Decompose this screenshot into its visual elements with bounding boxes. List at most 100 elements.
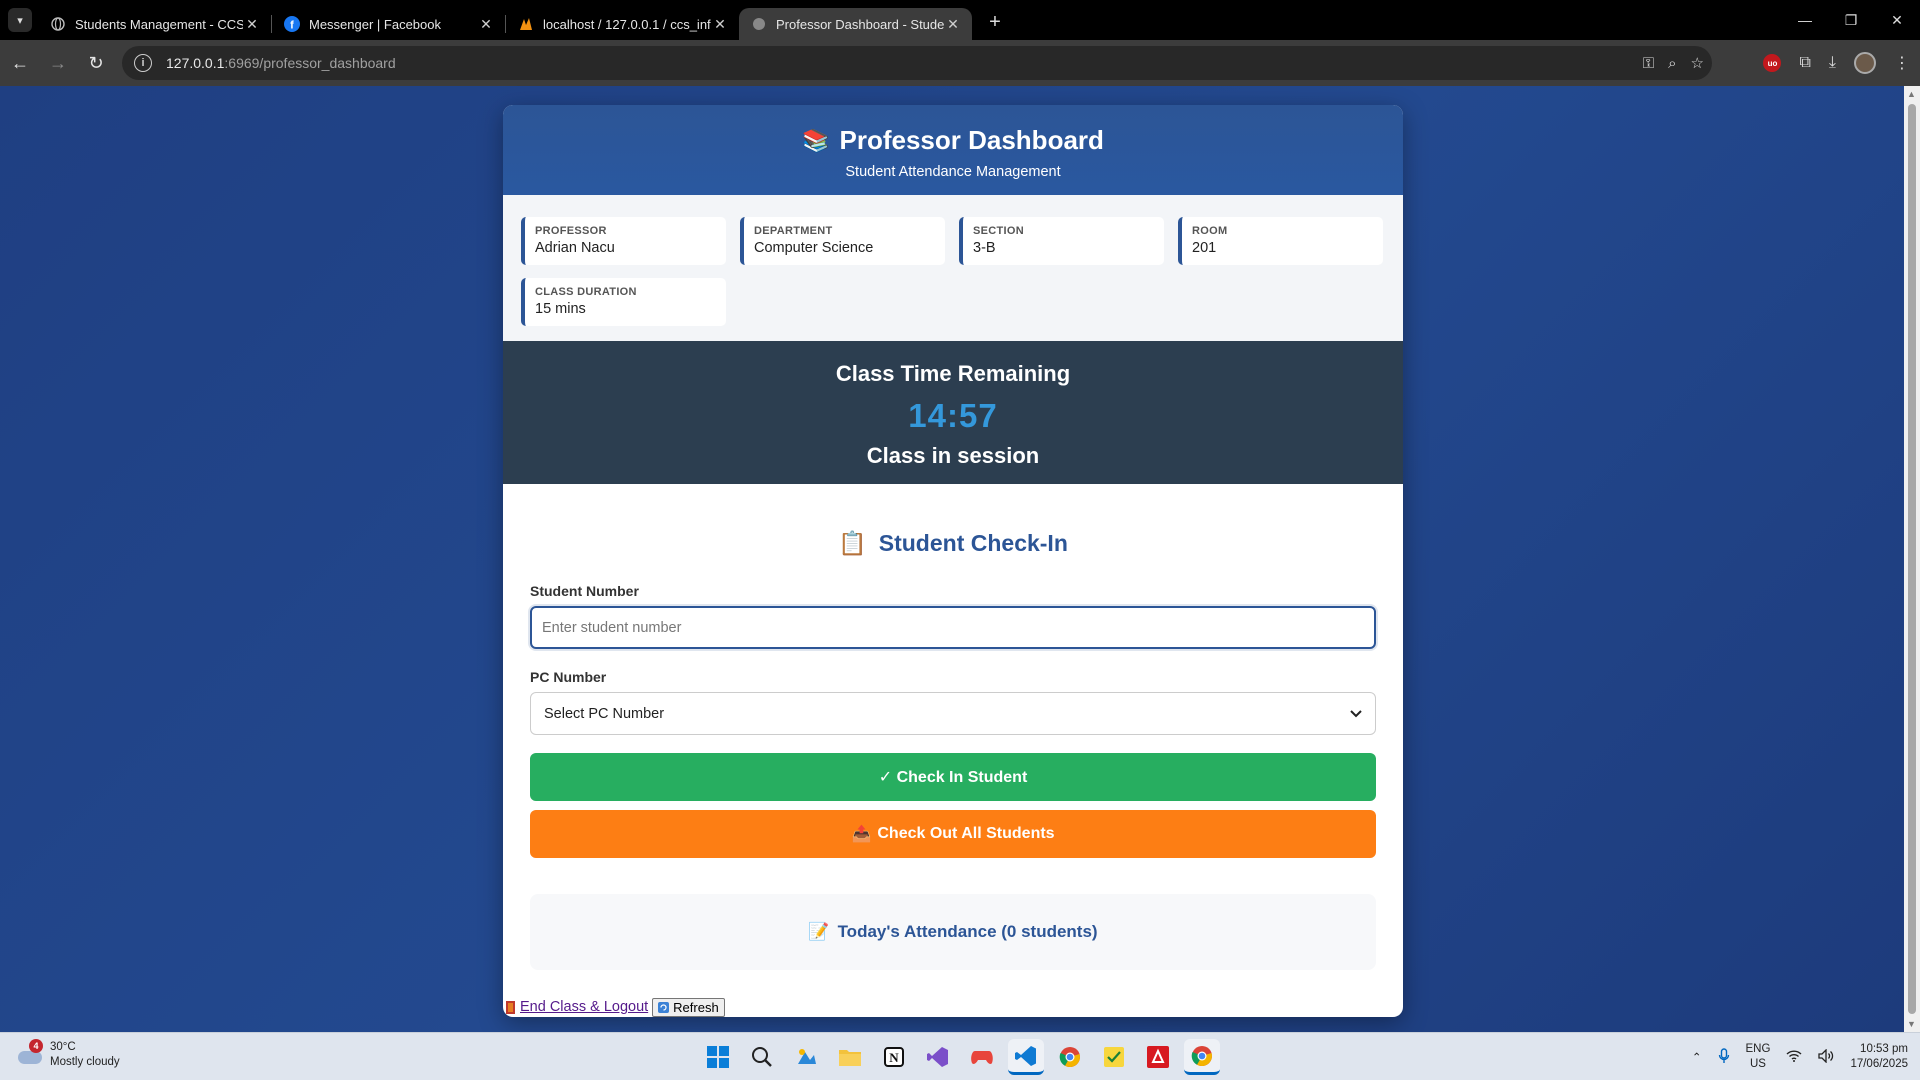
amd-software-icon[interactable] bbox=[1140, 1039, 1176, 1075]
notion-icon[interactable]: N bbox=[876, 1039, 912, 1075]
widgets-icon[interactable] bbox=[788, 1039, 824, 1075]
keyboard-region: US bbox=[1749, 1058, 1766, 1070]
notification-badge: 4 bbox=[29, 1039, 43, 1053]
extensions-puzzle-icon[interactable]: ⧉ bbox=[1799, 54, 1810, 72]
system-tray: ⌃ ENG US 10:53 pm 17/06/2025 bbox=[1692, 1039, 1908, 1075]
toolbar-actions: uo ⧉ ⤓ ⋮ bbox=[1763, 40, 1910, 86]
check-out-label: Check Out All Students bbox=[877, 825, 1055, 842]
end-class-logout-link[interactable]: End Class & Logout bbox=[505, 999, 648, 1015]
restore-icon[interactable]: ❐ bbox=[1828, 0, 1874, 40]
zoom-icon[interactable]: ⌕ bbox=[1668, 55, 1676, 72]
minimize-icon[interactable]: — bbox=[1782, 0, 1828, 40]
attendance-title: Today's Attendance (0 students) bbox=[837, 922, 1098, 941]
speaker-icon[interactable] bbox=[1818, 1047, 1834, 1066]
outbox-icon: 📤 bbox=[851, 826, 872, 843]
info-room: ROOM 201 bbox=[1178, 217, 1383, 265]
scroll-up-icon[interactable]: ▲ bbox=[1907, 89, 1916, 99]
visual-studio-icon[interactable] bbox=[920, 1039, 956, 1075]
site-info-icon[interactable]: i bbox=[134, 54, 152, 72]
tab-messenger[interactable]: f Messenger | Facebook ✕ bbox=[272, 8, 505, 40]
check-in-label: ✓ Check In Student bbox=[878, 769, 1028, 786]
info-department: DEPARTMENT Computer Science bbox=[740, 217, 945, 265]
bookmark-star-icon[interactable]: ☆ bbox=[1691, 54, 1704, 72]
info-label: PROFESSOR bbox=[535, 225, 607, 237]
close-tab-icon[interactable]: ✕ bbox=[711, 16, 729, 33]
file-explorer-icon[interactable] bbox=[832, 1039, 868, 1075]
info-label: CLASS DURATION bbox=[535, 286, 637, 298]
browser-tab-bar: ▾ Students Management - CCS A ✕ f Messen… bbox=[0, 0, 1920, 40]
address-bar-actions: ⚿ ⌕ ☆ bbox=[1643, 46, 1704, 80]
close-tab-icon[interactable]: ✕ bbox=[477, 16, 495, 33]
chrome-active-icon[interactable] bbox=[1184, 1039, 1220, 1075]
close-tab-icon[interactable]: ✕ bbox=[243, 16, 261, 33]
refresh-button[interactable]: Refresh bbox=[652, 997, 725, 1017]
student-number-input[interactable]: Enter student number bbox=[530, 606, 1376, 649]
class-info-grid: PROFESSOR Adrian Nacu DEPARTMENT Compute… bbox=[521, 217, 1385, 326]
profile-avatar[interactable] bbox=[1854, 52, 1876, 74]
password-key-icon[interactable]: ⚿ bbox=[1643, 55, 1654, 72]
weather-widget[interactable]: 4 30°C Mostly cloudy bbox=[16, 1039, 120, 1070]
temperature: 30°C bbox=[50, 1041, 76, 1053]
back-icon[interactable]: ← bbox=[2, 45, 38, 81]
search-icon[interactable] bbox=[744, 1039, 780, 1075]
tab-title: localhost / 127.0.0.1 / ccs_info / bbox=[543, 16, 711, 32]
browser-menu-icon[interactable]: ⋮ bbox=[1894, 53, 1910, 73]
download-icon[interactable]: ⤓ bbox=[1829, 54, 1836, 72]
sticky-notes-icon[interactable] bbox=[1096, 1039, 1132, 1075]
reload-icon[interactable]: ↻ bbox=[78, 45, 114, 81]
info-label: SECTION bbox=[973, 225, 1024, 237]
address-bar[interactable]: i 127.0.0.1:6969/professor_dashboard ⚿ ⌕… bbox=[122, 46, 1712, 80]
url-path: :6969/professor_dashboard bbox=[224, 55, 396, 71]
show-hidden-icons-chevron-icon[interactable]: ⌃ bbox=[1692, 1050, 1702, 1064]
clock-date: 17/06/2025 bbox=[1850, 1058, 1908, 1070]
game-controller-icon[interactable] bbox=[964, 1039, 1000, 1075]
tab-title: Professor Dashboard - Student bbox=[776, 16, 944, 32]
chevron-down-icon bbox=[1350, 706, 1362, 722]
student-number-placeholder: Enter student number bbox=[542, 619, 682, 636]
tab-professor-dashboard[interactable]: Professor Dashboard - Student ✕ bbox=[739, 8, 972, 40]
todays-attendance-panel: 📝 Today's Attendance (0 students) bbox=[530, 894, 1376, 970]
windows-start-icon[interactable] bbox=[700, 1039, 736, 1075]
tab-search-dropdown-icon[interactable]: ▾ bbox=[8, 8, 32, 32]
info-value: 3-B bbox=[973, 240, 996, 256]
tab-title: Students Management - CCS A bbox=[75, 16, 243, 32]
new-tab-button[interactable]: + bbox=[982, 11, 1008, 34]
check-out-all-button[interactable]: 📤 Check Out All Students bbox=[530, 810, 1376, 858]
info-label: DEPARTMENT bbox=[754, 225, 833, 237]
door-icon bbox=[505, 1001, 516, 1014]
language-code: ENG bbox=[1745, 1043, 1771, 1055]
forward-icon[interactable]: → bbox=[40, 45, 76, 81]
language-indicator[interactable]: ENG US bbox=[1746, 1042, 1771, 1072]
wifi-icon[interactable] bbox=[1786, 1049, 1802, 1065]
window-controls: — ❐ ✕ bbox=[1782, 0, 1920, 40]
chrome-icon[interactable] bbox=[1052, 1039, 1088, 1075]
pc-number-selected: Select PC Number bbox=[544, 705, 665, 722]
microphone-icon[interactable] bbox=[1718, 1047, 1730, 1067]
scroll-down-icon[interactable]: ▼ bbox=[1907, 1019, 1916, 1029]
class-info-section: PROFESSOR Adrian Nacu DEPARTMENT Compute… bbox=[503, 195, 1403, 341]
check-in-student-button[interactable]: ✓ Check In Student bbox=[530, 753, 1376, 801]
student-number-label: Student Number bbox=[530, 583, 639, 599]
page-title-text: Professor Dashboard bbox=[839, 125, 1104, 155]
scrollbar-thumb[interactable] bbox=[1908, 104, 1916, 1014]
info-professor: PROFESSOR Adrian Nacu bbox=[521, 217, 726, 265]
globe-icon bbox=[751, 16, 767, 32]
globe-icon bbox=[50, 16, 66, 32]
ublock-extension-icon[interactable]: uo bbox=[1763, 54, 1782, 72]
info-section: SECTION 3-B bbox=[959, 217, 1164, 265]
facebook-icon: f bbox=[284, 16, 300, 32]
page-scrollbar[interactable]: ▲ ▼ bbox=[1904, 86, 1920, 1032]
pc-number-select[interactable]: Select PC Number bbox=[530, 692, 1376, 735]
tab-students-management[interactable]: Students Management - CCS A ✕ bbox=[38, 8, 271, 40]
timer-heading: Class Time Remaining bbox=[835, 361, 1071, 386]
vscode-icon[interactable] bbox=[1008, 1039, 1044, 1075]
page-subtitle: Student Attendance Management bbox=[845, 164, 1061, 180]
windows-taskbar: 4 30°C Mostly cloudy N ⌃ ENG US 10:53 pm… bbox=[0, 1032, 1920, 1080]
svg-text:N: N bbox=[889, 1050, 899, 1065]
system-clock[interactable]: 10:53 pm 17/06/2025 bbox=[1850, 1042, 1908, 1072]
info-class-duration: CLASS DURATION 15 mins bbox=[521, 278, 726, 326]
close-window-icon[interactable]: ✕ bbox=[1874, 0, 1920, 40]
tab-phpmyadmin[interactable]: localhost / 127.0.0.1 / ccs_info / ✕ bbox=[506, 8, 739, 40]
weather-text: 30°C Mostly cloudy bbox=[50, 1040, 120, 1070]
close-tab-icon[interactable]: ✕ bbox=[944, 16, 962, 33]
